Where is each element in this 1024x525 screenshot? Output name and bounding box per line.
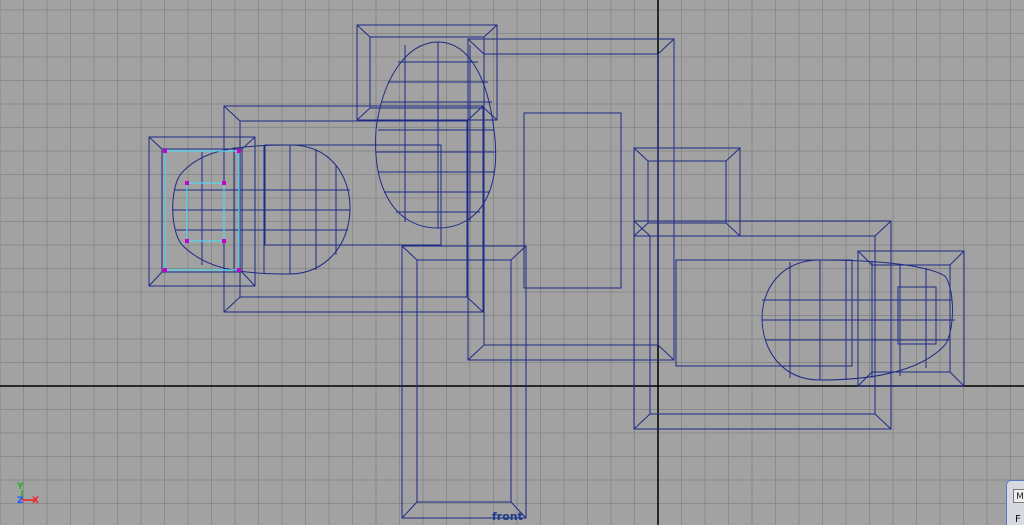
front-viewport[interactable]: Y Z X front M F — [0, 0, 1024, 525]
axis-label-z: Z — [17, 496, 24, 506]
wire-frame-center[interactable] — [467, 38, 675, 361]
wire-frame-bottom[interactable] — [401, 245, 527, 519]
wire-egg-left[interactable] — [172, 144, 351, 275]
wire-frame-upper-left[interactable] — [223, 105, 484, 313]
panel-tab-icon[interactable]: M — [1013, 489, 1024, 503]
wire-frame-right-small[interactable] — [857, 250, 965, 387]
corner-panel-text: F — [1015, 514, 1021, 525]
axis-label-x: X — [32, 496, 39, 506]
wire-frame-mid-small[interactable] — [633, 147, 741, 237]
camera-name-label: front — [492, 510, 523, 523]
scene-wireframe-canvas[interactable] — [0, 0, 1024, 525]
origin-axes — [0, 0, 1024, 525]
corner-panel[interactable]: M F — [1006, 480, 1024, 525]
wire-egg-top[interactable] — [375, 41, 497, 229]
axis-gizmo-icon: Y Z X — [16, 482, 39, 506]
axis-label-y: Y — [16, 482, 24, 492]
grid-lines — [0, 0, 1024, 525]
